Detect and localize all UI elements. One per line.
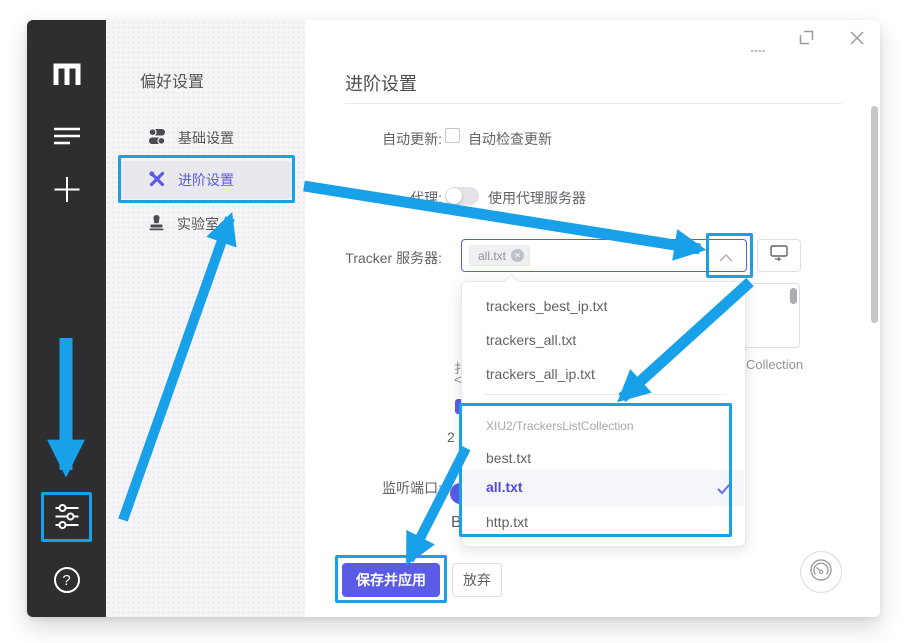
page-title: 进阶设置 (345, 70, 417, 96)
tracker-select-input[interactable]: all.txt ✕ (461, 239, 747, 272)
port-text-fragment: B (451, 514, 459, 532)
maximize-button[interactable] (799, 30, 814, 50)
auto-update-checkbox[interactable] (445, 128, 460, 143)
dropdown-item[interactable]: best.txt (486, 450, 531, 466)
nav-item-label: 进阶设置 (178, 170, 234, 190)
tag-close-icon[interactable]: ✕ (511, 249, 524, 262)
dropdown-item[interactable]: trackers_best_ip.txt (486, 298, 607, 314)
add-task-icon[interactable] (53, 176, 80, 203)
minimize-button[interactable] (751, 40, 765, 58)
textarea-scrollbar[interactable] (790, 288, 797, 304)
nav-item-advanced-settings[interactable]: 进阶设置 (120, 161, 292, 199)
preferences-sliders-icon[interactable] (53, 503, 80, 530)
task-list-icon[interactable] (53, 126, 81, 146)
motrix-window: ? 偏好设置 基础设置 (27, 20, 880, 617)
screen-sync-icon (770, 245, 788, 266)
toggles-icon (148, 128, 166, 148)
motrix-logo-icon (51, 60, 83, 88)
tools-icon (148, 170, 166, 191)
toggle-knob (446, 188, 462, 204)
help-text-fragment: Collection (746, 357, 803, 372)
nav-item-basic-settings[interactable]: 基础设置 (120, 119, 292, 157)
check-icon (716, 482, 732, 500)
interval-fragment: 2 (447, 429, 459, 445)
tag-label: all.txt (478, 249, 506, 263)
nav-item-lab[interactable]: 实验室 (120, 205, 292, 243)
nav-item-label: 实验室 (177, 214, 219, 234)
help-icon[interactable]: ? (54, 567, 80, 593)
chevron-up-icon[interactable] (718, 250, 734, 268)
app-sidebar: ? (27, 20, 106, 617)
speedometer-icon (809, 558, 833, 587)
dropdown-item-selected[interactable]: all.txt (486, 479, 523, 495)
nav-item-label: 基础设置 (178, 128, 234, 148)
dropdown-divider (484, 394, 726, 395)
auto-update-checkbox-label: 自动检查更新 (468, 129, 552, 149)
speed-limit-button[interactable] (800, 551, 842, 593)
screenshot-page: ? 偏好设置 基础设置 (0, 0, 906, 643)
sync-tracker-button[interactable] (757, 239, 801, 272)
auto-update-label: 自动更新: (312, 129, 442, 149)
dropdown-item[interactable]: http.txt (486, 514, 528, 530)
help-line2-fragment: < (454, 372, 461, 387)
close-button[interactable] (849, 30, 865, 51)
main-scrollbar[interactable] (871, 106, 878, 323)
stamp-icon (148, 214, 165, 234)
discard-button[interactable]: 放弃 (452, 563, 502, 597)
dropdown-item[interactable]: trackers_all_ip.txt (486, 366, 595, 382)
proxy-toggle[interactable] (445, 187, 479, 205)
tracker-label: Tracker 服务器: (312, 248, 442, 268)
dropdown-group-label: XIU2/TrackersListCollection (486, 419, 634, 433)
proxy-switch-label: 使用代理服务器 (488, 188, 586, 208)
header-divider (345, 103, 842, 104)
tracker-dropdown: trackers_best_ip.txt trackers_all.txt tr… (461, 281, 746, 547)
dropdown-item[interactable]: trackers_all.txt (486, 332, 576, 348)
listen-port-label: 监听端口: (312, 478, 442, 498)
tracker-tag: all.txt ✕ (469, 245, 530, 266)
proxy-label: 代理: (312, 188, 442, 208)
save-apply-button[interactable]: 保存并应用 (342, 563, 440, 597)
preferences-title: 偏好设置 (140, 68, 204, 92)
preferences-panel: 偏好设置 基础设置 (106, 20, 305, 617)
